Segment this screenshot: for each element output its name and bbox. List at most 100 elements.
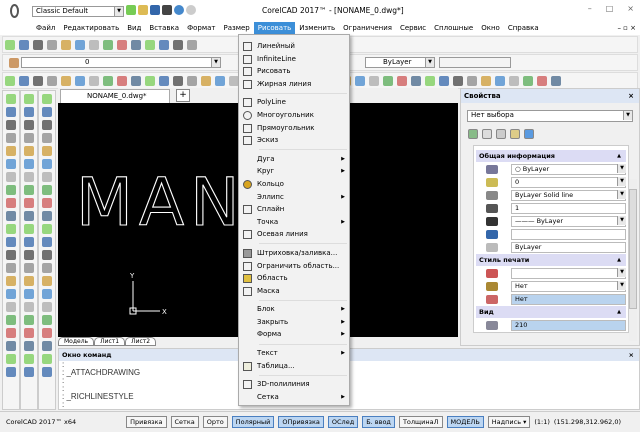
section-header[interactable]: Общая информация bbox=[476, 150, 626, 162]
toolbar-tool-icon[interactable] bbox=[481, 76, 491, 86]
toolbar-tool-icon[interactable] bbox=[42, 276, 52, 286]
close-icon[interactable]: × bbox=[627, 4, 634, 13]
toolbar-tool-icon[interactable] bbox=[24, 120, 34, 130]
toolbar-tool-icon[interactable] bbox=[33, 76, 43, 86]
toolbar-tool-icon[interactable] bbox=[24, 263, 34, 273]
toolbar-tool-icon[interactable] bbox=[24, 107, 34, 117]
menu-4[interactable]: Формат bbox=[183, 22, 219, 35]
section-header[interactable]: Вид bbox=[476, 306, 626, 318]
toolbar-tool-icon[interactable] bbox=[24, 172, 34, 182]
quick-select-icon[interactable] bbox=[468, 129, 478, 139]
help-icon[interactable] bbox=[524, 129, 534, 139]
toolbar-tool-icon[interactable] bbox=[397, 76, 407, 86]
toolbar-tool-icon[interactable] bbox=[24, 198, 34, 208]
toolbar-tool-icon[interactable] bbox=[6, 133, 16, 143]
toolbar-tool-icon[interactable] bbox=[6, 354, 16, 364]
sheet-tab[interactable]: Лист2 bbox=[125, 337, 157, 346]
add-tab-button[interactable]: + bbox=[176, 89, 190, 102]
chevron-down-icon[interactable]: ▼ bbox=[617, 216, 626, 225]
menu-item-13[interactable]: Точка ▶ bbox=[239, 216, 349, 229]
toolbar-tool-icon[interactable] bbox=[6, 185, 16, 195]
toolbar-tool-icon[interactable] bbox=[467, 76, 477, 86]
toolbar-tool-icon[interactable] bbox=[131, 76, 141, 86]
toolbar-tool-icon[interactable] bbox=[89, 40, 99, 50]
menu-item-23[interactable]: Таблица... bbox=[239, 360, 349, 373]
toolbar-tool-icon[interactable] bbox=[159, 40, 169, 50]
menu-item-16[interactable]: Ограничить область... bbox=[239, 260, 349, 273]
toolbar-tool-icon[interactable] bbox=[24, 354, 34, 364]
menu-1[interactable]: Редактировать bbox=[59, 22, 123, 35]
toolbar-tool-icon[interactable] bbox=[6, 198, 16, 208]
toggle-icon[interactable] bbox=[510, 129, 520, 139]
property-value[interactable]: ByLayer Solid line bbox=[511, 189, 626, 201]
new-icon[interactable] bbox=[126, 5, 136, 15]
redo-icon[interactable] bbox=[186, 5, 196, 15]
status-toggle-8[interactable]: МОДЕЛЬ bbox=[446, 416, 484, 428]
toolbar-tool-icon[interactable] bbox=[6, 211, 16, 221]
toolbar-tool-icon[interactable] bbox=[24, 211, 34, 221]
toolbar-tool-icon[interactable] bbox=[6, 172, 16, 182]
toolbar-tool-icon[interactable] bbox=[201, 76, 211, 86]
minimize-icon[interactable]: – bbox=[588, 4, 592, 13]
menu-9[interactable]: Сервис bbox=[396, 22, 430, 35]
pickadd-icon[interactable] bbox=[496, 129, 506, 139]
linetype-combo[interactable]: ByLayer ▼ bbox=[365, 57, 435, 68]
menu-item-22[interactable]: Текст ▶ bbox=[239, 347, 349, 360]
toolbar-tool-icon[interactable] bbox=[42, 354, 52, 364]
menu-item-10[interactable]: Кольцо bbox=[239, 178, 349, 191]
toolbar-tool-icon[interactable] bbox=[509, 76, 519, 86]
toolbar-tool-icon[interactable] bbox=[117, 40, 127, 50]
menu-item-0[interactable]: Линейный bbox=[239, 40, 349, 53]
toolbar-tool-icon[interactable] bbox=[103, 40, 113, 50]
toolbar-tool-icon[interactable] bbox=[42, 224, 52, 234]
toolbar-tool-icon[interactable] bbox=[24, 341, 34, 351]
toolbar-tool-icon[interactable] bbox=[42, 172, 52, 182]
toolbar-tool-icon[interactable] bbox=[47, 76, 57, 86]
select-objects-icon[interactable] bbox=[482, 129, 492, 139]
toolbar-tool-icon[interactable] bbox=[19, 40, 29, 50]
menu-item-19[interactable]: Блок ▶ bbox=[239, 303, 349, 316]
toolbar-tool-icon[interactable] bbox=[6, 315, 16, 325]
menu-item-12[interactable]: Сплайн bbox=[239, 203, 349, 216]
menu-item-17[interactable]: Область bbox=[239, 272, 349, 285]
menu-11[interactable]: Окно bbox=[477, 22, 504, 35]
toolbar-tool-icon[interactable] bbox=[5, 76, 15, 86]
chevron-down-icon[interactable]: ▼ bbox=[617, 281, 626, 290]
toolbar-tool-icon[interactable] bbox=[173, 40, 183, 50]
status-toggle-4[interactable]: ОПривязка bbox=[278, 416, 324, 428]
toolbar-tool-icon[interactable] bbox=[42, 328, 52, 338]
menu-12[interactable]: Справка bbox=[504, 22, 543, 35]
menu-item-18[interactable]: Маска bbox=[239, 285, 349, 298]
property-value[interactable]: Нет bbox=[511, 280, 626, 292]
toolbar-tool-icon[interactable] bbox=[369, 76, 379, 86]
toolbar-tool-icon[interactable] bbox=[523, 76, 533, 86]
toolbar-tool-icon[interactable] bbox=[42, 302, 52, 312]
chevron-down-icon[interactable]: ▼ bbox=[617, 177, 626, 186]
close-icon[interactable]: × bbox=[628, 89, 634, 103]
toolbar-tool-icon[interactable] bbox=[453, 76, 463, 86]
toolbar-tool-icon[interactable] bbox=[42, 341, 52, 351]
toolbar-tool-icon[interactable] bbox=[24, 224, 34, 234]
toolbar-tool-icon[interactable] bbox=[42, 94, 52, 104]
toolbar-tool-icon[interactable] bbox=[89, 76, 99, 86]
toolbar-tool-icon[interactable] bbox=[24, 159, 34, 169]
status-toggle-0[interactable]: Привязка bbox=[126, 416, 167, 428]
toolbar-tool-icon[interactable] bbox=[24, 367, 34, 377]
property-value[interactable]: ——— ByLayer bbox=[511, 215, 626, 227]
status-toggle-5[interactable]: ОСлед bbox=[327, 416, 359, 428]
menu-item-5[interactable]: Многоугольник bbox=[239, 109, 349, 122]
menu-item-6[interactable]: Прямоугольник bbox=[239, 122, 349, 135]
menu-item-1[interactable]: InfiniteLine bbox=[239, 53, 349, 66]
toolbar-tool-icon[interactable] bbox=[439, 76, 449, 86]
status-toggle-1[interactable]: Сетка bbox=[170, 416, 199, 428]
toolbar-tool-icon[interactable] bbox=[24, 276, 34, 286]
toolbar-tool-icon[interactable] bbox=[42, 367, 52, 377]
toolbar-tool-icon[interactable] bbox=[42, 211, 52, 221]
chevron-down-icon[interactable]: ▼ bbox=[617, 190, 626, 199]
mdi-controls[interactable]: – ▫ × bbox=[617, 24, 636, 32]
toolbar-tool-icon[interactable] bbox=[187, 76, 197, 86]
toolbar-tool-icon[interactable] bbox=[551, 76, 561, 86]
toolbar-tool-icon[interactable] bbox=[75, 76, 85, 86]
toolbar-tool-icon[interactable] bbox=[24, 185, 34, 195]
menu-item-8[interactable]: Дуга ▶ bbox=[239, 153, 349, 166]
